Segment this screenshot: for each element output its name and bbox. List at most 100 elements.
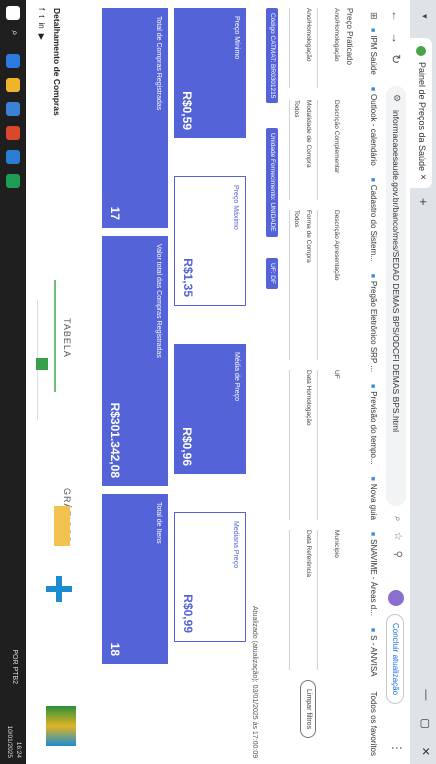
twitter-icon[interactable]: t: [37, 15, 46, 17]
card-value: R$301.342,08: [108, 402, 122, 478]
close-icon[interactable]: ✕: [419, 747, 432, 756]
filter-field[interactable]: [317, 8, 330, 88]
language-indicator[interactable]: POR PTB2: [11, 649, 18, 684]
zoom-icon[interactable]: ⌕: [392, 516, 403, 522]
maximize-icon[interactable]: ▢: [419, 718, 432, 728]
filter-label: Forma de Compra: [305, 210, 312, 263]
total-purchases-card: Total de Compras Registradas 17: [102, 8, 168, 228]
bookmark-item[interactable]: SNAVIME - Áreas d...: [369, 532, 378, 616]
details-title: Detalhamento de Compras: [52, 8, 62, 116]
clock[interactable]: 16:24 10/01/2025: [5, 725, 23, 758]
youtube-icon[interactable]: ▶: [37, 34, 46, 40]
filter-field[interactable]: [317, 210, 330, 360]
back-icon[interactable]: ←: [389, 10, 403, 22]
mail-icon[interactable]: [6, 102, 20, 116]
minimize-icon[interactable]: —: [419, 689, 432, 700]
tab-table[interactable]: TABELA: [62, 318, 72, 358]
search-icon[interactable]: ⌕: [6, 30, 20, 44]
reload-icon[interactable]: ↻: [389, 54, 403, 64]
extensions-icon[interactable]: ⚲: [392, 551, 403, 558]
filter-field[interactable]: Todos: [289, 210, 302, 360]
page-title: Preço Praticado: [345, 8, 354, 65]
filter-field[interactable]: [289, 530, 302, 670]
start-icon[interactable]: [6, 6, 20, 20]
government-logo-icon: [46, 706, 76, 746]
card-value: R$0,96: [180, 427, 194, 466]
apps-grid-icon[interactable]: ⊞: [368, 12, 379, 20]
bookmarks-bar: ⊞ IPM Saúde Outlook - calendário Cadastro …: [363, 0, 382, 764]
word-icon[interactable]: [6, 150, 20, 164]
last-updated: Atualizado (atualização): 03/01/2025 às …: [251, 606, 258, 759]
filter-chip[interactable]: UF: DF: [266, 258, 278, 289]
social-links: f t in ▶: [37, 8, 46, 40]
url-text: informacaoesaude.gov.br/banco/mes/SEDAD …: [391, 110, 401, 433]
bookmark-item[interactable]: Previsão do tempo...: [369, 384, 378, 464]
url-input[interactable]: ⚙ informacaoesaude.gov.br/banco/mes/SEDA…: [386, 86, 406, 506]
bookmark-item[interactable]: Nova guia: [369, 477, 378, 520]
min-price-card: Preço Mínimo R$0,59: [174, 8, 246, 138]
file-explorer-icon[interactable]: [6, 78, 20, 92]
address-actions: ⌕ ☆ ⚲: [392, 516, 403, 558]
bookmark-item[interactable]: IPM Saúde: [369, 28, 378, 75]
new-tab-button[interactable]: +: [416, 198, 431, 206]
card-label: Total de Itens: [155, 502, 162, 544]
page-content: Preço Praticado Ano/Homologação Ano/Homo…: [0, 0, 364, 764]
bookmark-item[interactable]: Outlook - calendário: [369, 87, 378, 166]
filter-chip[interactable]: Código CATMAT: BR0301215: [266, 8, 278, 104]
filter-field[interactable]: Todos: [289, 100, 302, 200]
filter-label: Descrição Complementar: [333, 100, 340, 174]
filter-label: Município: [333, 530, 340, 558]
filter-label: UF: [333, 370, 340, 379]
profile-avatar[interactable]: [388, 590, 404, 606]
edge-icon[interactable]: [6, 54, 20, 68]
clear-filters-button[interactable]: Limpar filtros: [300, 680, 316, 739]
filter-field[interactable]: [317, 370, 330, 520]
filter-field[interactable]: [289, 8, 302, 88]
card-value: R$0,99: [181, 594, 195, 633]
forward-icon[interactable]: →: [389, 32, 403, 44]
bookmarks-list: IPM Saúde Outlook - calendário Cadastro do…: [369, 28, 378, 676]
card-value: 17: [108, 206, 122, 220]
address-bar: ← → ↻ ⚙ informacaoesaude.gov.br/banco/me…: [381, 0, 410, 764]
window-controls: — ▢ ✕: [419, 689, 432, 756]
card-value: 18: [108, 642, 122, 656]
browser-tab[interactable]: Painel de Preços da Saúde ×: [410, 38, 432, 188]
tab-search-icon[interactable]: ▾: [419, 14, 430, 19]
star-icon[interactable]: ☆: [392, 532, 403, 541]
filter-chip[interactable]: Unidade Fornecimento: UNIDADE: [266, 128, 278, 237]
filter-label: Descrição Apresentação: [333, 210, 340, 281]
partner-logos: [36, 506, 82, 752]
excel-icon[interactable]: [6, 174, 20, 188]
all-bookmarks[interactable]: Todos os favoritos: [369, 692, 378, 756]
update-button[interactable]: Concluir atualização: [386, 614, 404, 705]
filter-field[interactable]: [317, 100, 330, 200]
filter-field[interactable]: [317, 530, 330, 670]
tab-title: Painel de Preços da Saúde: [417, 62, 427, 172]
active-tab-indicator: [54, 280, 56, 392]
filter-label: Modalidade de Compra: [305, 100, 312, 168]
bookmark-item[interactable]: S - ANVISA: [369, 628, 378, 676]
clock-time: 16:24: [15, 741, 22, 758]
tab-favicon-icon: [416, 46, 426, 56]
chrome-icon[interactable]: [6, 126, 20, 140]
linkedin-icon[interactable]: in: [37, 22, 46, 28]
tab-strip: ▾ Painel de Preços da Saúde × + — ▢ ✕: [410, 0, 436, 764]
card-label: Total de Compras Registradas: [155, 16, 162, 111]
filter-field[interactable]: [289, 370, 302, 520]
median-price-card: Mediana Preço R$0,99: [174, 512, 246, 642]
export-excel-icon[interactable]: [36, 358, 48, 370]
taskbar: ⌕ POR PTB2 16:24 10/01/2025: [0, 0, 26, 764]
facebook-icon[interactable]: f: [37, 8, 46, 10]
filter-label: Data Referência: [305, 530, 312, 577]
bookmark-item[interactable]: Pregão Eletrônico SRP ...: [369, 274, 378, 372]
site-info-icon[interactable]: ⚙: [391, 94, 402, 102]
card-value: R$0,59: [180, 91, 194, 130]
bookmark-item[interactable]: Cadastro do Sistem...: [369, 178, 378, 262]
filter-label: Ano/Homologação: [305, 8, 312, 62]
card-label: Preço Máximo: [232, 185, 239, 230]
tab-close-button[interactable]: ×: [417, 174, 428, 180]
total-value-card: Valor total das Compras Registradas R$30…: [102, 236, 168, 486]
menu-icon[interactable]: ⋮: [390, 742, 404, 754]
sus-logo-icon: [54, 506, 70, 546]
card-value: R$1,35: [181, 258, 195, 297]
